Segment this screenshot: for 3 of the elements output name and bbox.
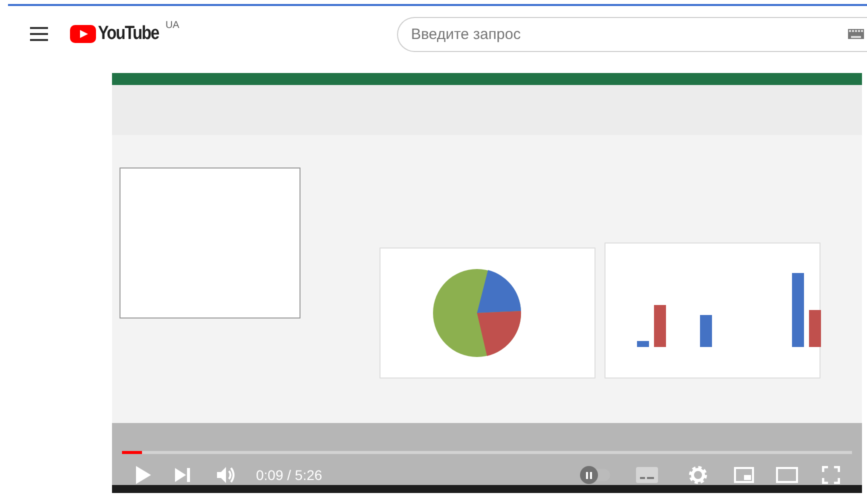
search-field[interactable]: Введите запрос: [397, 16, 867, 52]
time-display: 0:09 / 5:26: [256, 466, 322, 484]
logo-text: YouTube: [98, 23, 159, 45]
